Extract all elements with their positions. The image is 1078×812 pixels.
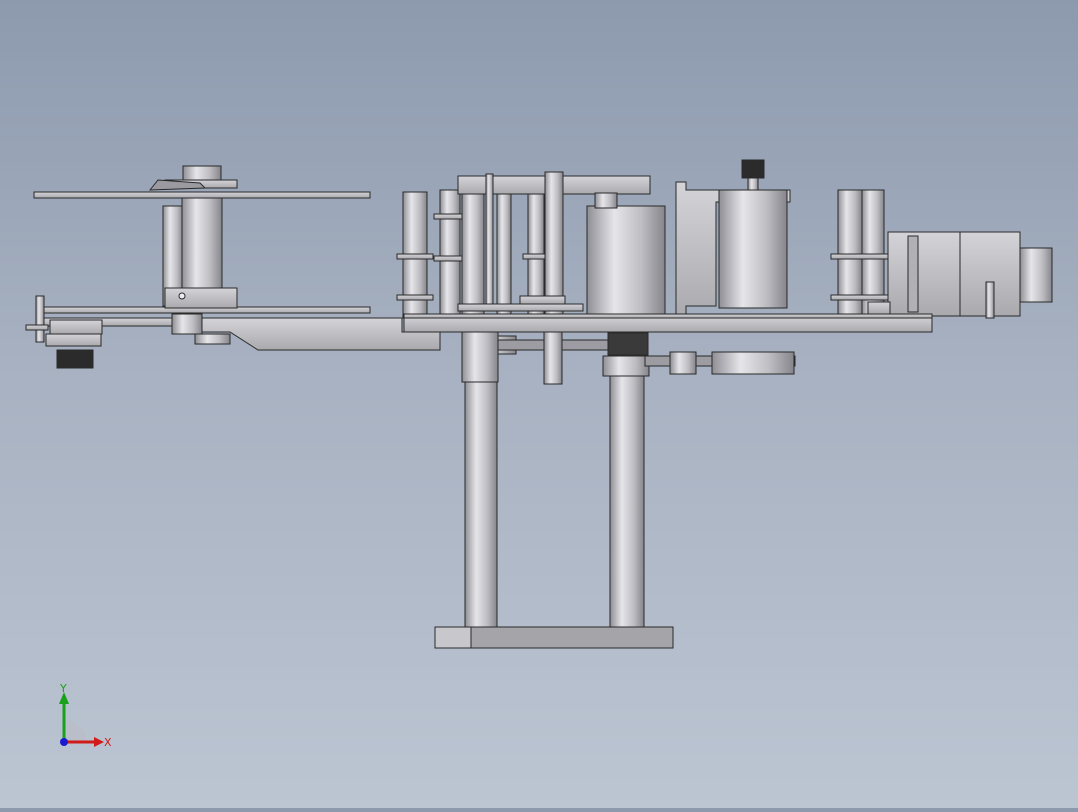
reel-cylinder-base — [164, 287, 238, 309]
bridge-rod — [485, 173, 494, 305]
axis-triad: Y X — [59, 682, 112, 749]
column-left — [461, 331, 499, 383]
roller-post-2-ring-b — [433, 255, 465, 262]
triad-arc — [64, 720, 86, 742]
label-head-body — [887, 231, 961, 317]
arm-hub — [171, 313, 203, 335]
x-axis-head — [94, 737, 104, 747]
motor-flange — [594, 192, 618, 209]
cad-viewport[interactable]: Y X — [0, 0, 1078, 808]
bridge-disc — [457, 303, 584, 312]
base-foot-left — [434, 626, 472, 649]
left-idler — [45, 333, 102, 347]
reel-hub-cap — [182, 165, 222, 181]
column-right-shaft — [609, 375, 645, 629]
drive-gear-lower — [602, 355, 650, 377]
label-head-pin — [985, 281, 995, 319]
left-pin-collar — [25, 324, 49, 331]
y-axis-label: Y — [59, 682, 67, 695]
bridge-disc-lower — [519, 295, 566, 305]
x-axis-label: X — [104, 736, 112, 749]
stepper-motor — [586, 205, 666, 317]
left-pulley — [49, 319, 103, 335]
base-plate-lip — [403, 313, 933, 319]
bridge-leg-mid — [496, 193, 512, 319]
upper-disc-plate — [33, 191, 371, 199]
tension-wheel — [711, 351, 795, 375]
drive-gear — [607, 332, 649, 356]
label-head-nose — [1019, 247, 1053, 303]
column-left-shaft — [464, 381, 498, 629]
reel-screw — [178, 292, 186, 300]
left-pin — [35, 295, 45, 343]
left-gear — [56, 349, 94, 369]
base-foot — [470, 626, 674, 649]
label-head-slot — [907, 235, 919, 313]
label-head-bracket — [867, 301, 891, 315]
bridge-leg-left — [461, 193, 485, 319]
arm-hub-lower — [194, 333, 231, 345]
roller-post-1-ring-a — [396, 253, 434, 260]
right-roller-ring-a — [830, 253, 890, 260]
roller-post-2-ring-a — [433, 213, 465, 220]
right-roller-ring-b — [830, 294, 890, 301]
z-axis-dot — [60, 738, 68, 746]
large-reel — [718, 189, 788, 309]
labeling-machine-side-view — [25, 159, 1053, 649]
bridge-ring — [522, 253, 546, 260]
reel-knob — [741, 159, 765, 179]
tension-pulley — [669, 351, 697, 375]
roller-post-1-ring-b — [396, 294, 434, 301]
roller-post-2 — [439, 189, 461, 319]
short-post — [543, 331, 563, 385]
